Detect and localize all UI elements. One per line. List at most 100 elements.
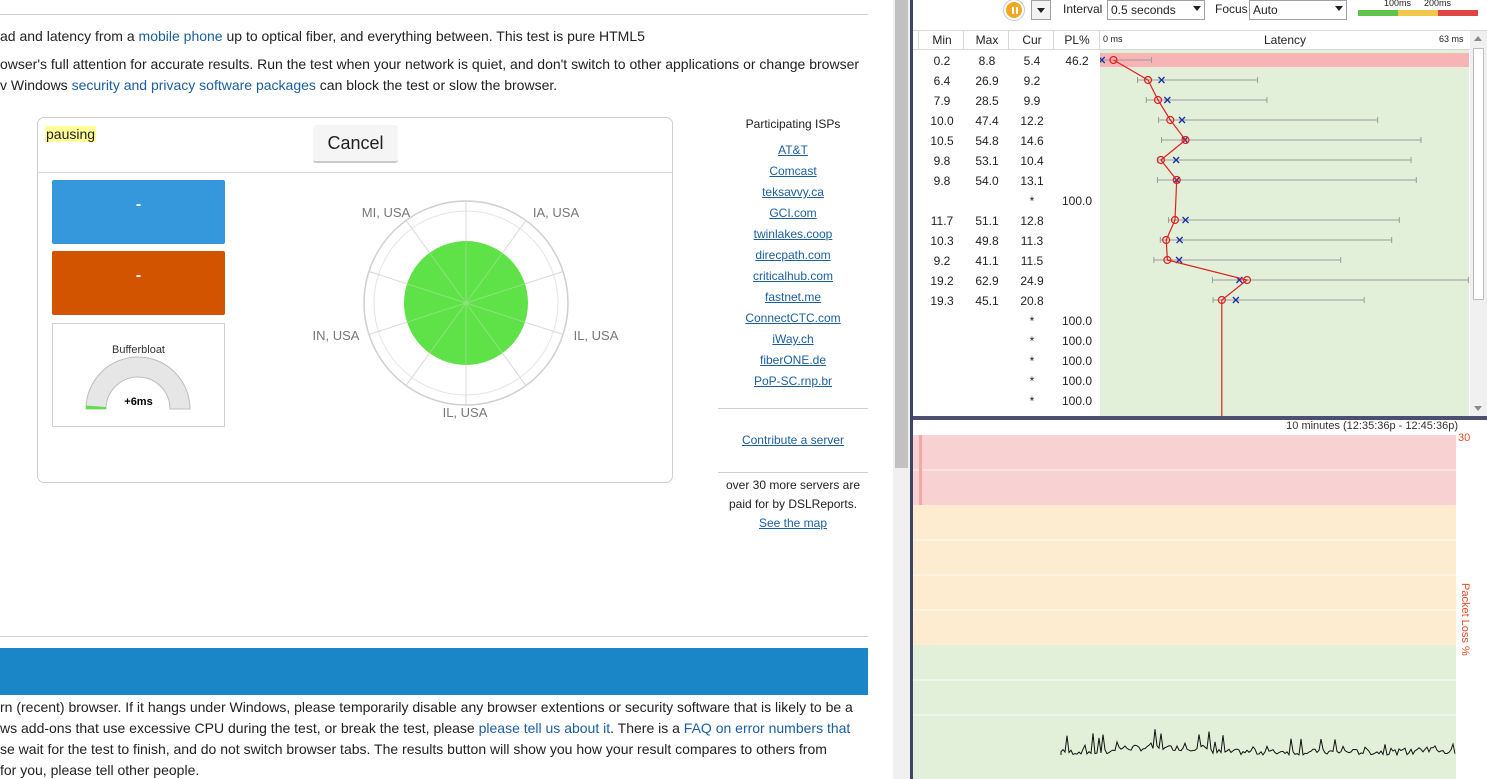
tell-us-link[interactable]: please tell us about it [479,720,611,736]
see-map-link[interactable]: See the map [718,516,868,530]
divider [718,408,868,409]
cell-cur: 9.2 [1023,74,1041,88]
bufferbloat-gauge: Bufferbloat +6ms [52,323,225,427]
cancel-button[interactable]: Cancel [313,125,398,163]
scale-label: 200ms [1424,0,1452,8]
cell-min: 7.9 [933,94,951,108]
scrollbar-thumb[interactable] [895,0,908,468]
pause-icon[interactable] [1004,0,1024,20]
column-header-cur[interactable]: Cur [1011,33,1053,47]
pause-options-button[interactable] [1031,0,1051,20]
isp-link[interactable]: criticalhub.com [718,269,868,283]
help-line-1: rn (recent) browser. If it hangs under W… [0,699,853,715]
cell-cur: 12.2 [1020,114,1044,128]
cell-max: 47.4 [975,114,999,128]
location-label: MI, USA [362,205,411,220]
isp-link[interactable]: direcpath.com [718,248,868,262]
cell-cur: 9.9 [1023,94,1041,108]
interval-select[interactable]: 0.5 seconds [1107,0,1205,20]
bufferbloat-title: Bufferbloat [111,344,165,356]
isp-link[interactable]: fastnet.me [718,290,868,304]
packet-loss-max-label: 30 [1458,432,1471,444]
location-label: IN, USA [313,328,360,343]
cell-pl: 100.0 [1061,394,1093,408]
loss-marker [919,435,922,505]
isp-link[interactable]: twinlakes.coop [718,227,868,241]
column-header-min[interactable]: Min [921,33,963,47]
timeline-graph: 10 minutes (12:35:36p - 12:45:36p) 30 Pa… [913,420,1487,779]
cell-pl: 100.0 [1061,374,1093,388]
text: for you, please tell other people. [0,762,200,778]
scale-warn [1398,10,1438,16]
cell-max: 53.1 [975,154,999,168]
isp-link[interactable]: Comcast [718,164,868,178]
contribute-server-link[interactable]: Contribute a server [718,433,868,447]
page-scrollbar[interactable] [893,0,910,779]
help-line-2: ws add-ons that use excessive CPU during… [0,720,850,736]
location-label: IA, USA [533,205,580,220]
cell-max: 54.8 [975,134,999,148]
focus-value: Auto [1253,3,1278,17]
speedtest-page: ad and latency from a mobile phone up to… [0,0,893,779]
cell-min: 9.8 [933,174,951,188]
divider [0,14,868,15]
packet-loss-row [1100,53,1469,67]
chevron-down-icon [1037,8,1045,13]
download-tile: - [52,180,225,244]
chevron-down-icon [1335,6,1343,11]
column-header-pl[interactable]: PL% [1056,33,1098,47]
location-label: IL, USA [443,405,488,420]
cell-cur: * [1029,314,1035,328]
help-line-4: for you, please tell other people. [0,762,199,778]
monitor-toolbar: Interval 0.5 seconds Focus Auto 100ms 20… [913,0,1487,22]
isp-link[interactable]: AT&T [718,143,868,157]
scrollbar-thumb[interactable] [1473,48,1484,300]
cell-max: 41.1 [975,254,999,268]
speedtest-widget: pausing Cancel - - Bufferbloat +6ms MI, … [37,117,673,483]
cell-min: 10.5 [930,134,954,148]
isp-link[interactable]: fiberONE.de [718,353,868,367]
cell-cur: * [1029,334,1035,348]
mobile-phone-link[interactable]: mobile phone [139,28,223,44]
isp-link[interactable]: teksavvy.ca [718,185,868,199]
status-label: pausing [45,126,97,142]
axis-min-label: 0 ms [1103,34,1123,44]
cell-cur: * [1029,394,1035,408]
isp-link[interactable]: iWay.ch [718,332,868,346]
divider [918,30,919,50]
hop-table-scrollbar[interactable] [1470,31,1487,416]
divider [1053,30,1054,50]
isp-link[interactable]: PoP-SC.rnp.br [718,374,868,388]
cell-min: 11.7 [930,214,954,228]
focus-select[interactable]: Auto [1249,0,1347,20]
faq-link[interactable]: FAQ on error numbers that [684,720,851,736]
isp-link[interactable]: ConnectCTC.com [718,311,868,325]
column-header-latency[interactable]: Latency [1101,33,1469,47]
timeline-chart [913,435,1456,779]
cell-min: 10.0 [930,114,954,128]
cell-pl: 46.2 [1065,54,1089,68]
scale-good [1358,10,1398,16]
location-label: IL, USA [574,328,619,343]
text: ws add-ons that use excessive CPU during… [0,720,479,736]
cell-min: 10.3 [930,234,954,248]
security-software-link[interactable]: security and privacy software packages [72,77,316,93]
cell-cur: 10.4 [1020,154,1044,168]
divider [1099,30,1100,50]
upload-tile: - [52,251,225,315]
scroll-down-icon[interactable] [1474,406,1482,411]
cell-pl: 100.0 [1061,334,1093,348]
cell-cur: 11.3 [1020,234,1044,248]
cell-pl: 100.0 [1061,354,1093,368]
cell-max: 54.0 [975,174,999,188]
latency-background [1100,50,1469,416]
cell-min: 9.2 [933,254,951,268]
column-header-max[interactable]: Max [966,33,1008,47]
scroll-up-icon[interactable] [1474,36,1482,41]
cell-min: 9.8 [933,154,951,168]
intro-line-1: ad and latency from a mobile phone up to… [0,28,645,44]
isp-link[interactable]: GCI.com [718,206,868,220]
cell-max: 49.8 [975,234,999,248]
cell-min: 6.4 [933,74,951,88]
cell-cur: * [1029,374,1035,388]
